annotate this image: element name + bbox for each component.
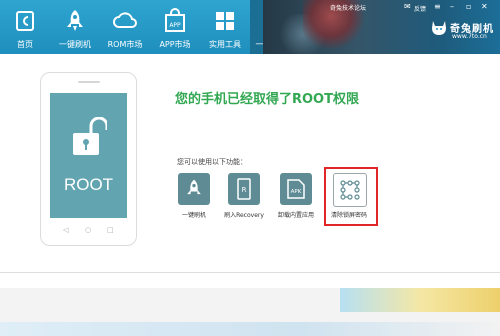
feature-recovery[interactable]: R 刷入Recovery <box>220 173 268 223</box>
root-status-headline: 您的手机已经取得了ROOT权限 <box>175 92 359 107</box>
phone-home-icon: ○ <box>85 226 92 234</box>
apk-icon: APK <box>287 179 305 199</box>
nav-tools[interactable]: 实用工具 <box>200 0 250 54</box>
feature-flash[interactable]: 一键刷机 <box>170 173 218 223</box>
footer-area <box>0 288 500 336</box>
forum-link[interactable]: 奇兔技术论坛 <box>330 3 366 12</box>
feature-uninstall[interactable]: APK 卸载内置应用 <box>272 173 320 223</box>
status-strip <box>0 322 500 336</box>
phone-recent-icon: □ <box>107 226 114 234</box>
brand-logo: 奇兔刷机 www.7to.cn <box>430 18 496 44</box>
rocket-icon <box>187 179 201 195</box>
grid-icon <box>216 12 234 30</box>
nav-tools-label: 实用工具 <box>209 40 241 49</box>
highlight-box <box>324 167 378 226</box>
features-subtitle: 您可以使用以下功能： <box>177 158 247 166</box>
feature-flash-tile[interactable] <box>178 173 210 205</box>
nav-app-label: APP市场 <box>159 40 191 49</box>
phone-screen: ROOT <box>50 93 127 218</box>
top-bar: 首页 一键刷机 ROM市场 APP APP市场 实用工具 奇兔技术论坛 ✉ 反馈… <box>0 0 500 54</box>
phone-root-text: ROOT <box>63 175 114 194</box>
rabbit-logo-icon <box>432 21 446 35</box>
nav-home-label: 首页 <box>17 40 33 49</box>
restore-icon[interactable]: ▫ <box>466 2 471 11</box>
apk-tile-text: APK <box>291 189 302 195</box>
feature-recovery-tile[interactable]: R <box>228 173 260 205</box>
nav-flash-label: 一键刷机 <box>59 40 91 49</box>
phone-illustration: ROOT ◁ ○ □ <box>40 72 137 246</box>
app-bag-icon: APP <box>165 8 185 32</box>
phone-nav-buttons: ◁ ○ □ <box>41 225 136 235</box>
phone-speaker <box>78 81 100 83</box>
footer-banner-decor <box>340 288 500 312</box>
feature-recovery-label: 刷入Recovery <box>224 212 264 219</box>
feature-uninstall-tile[interactable]: APK <box>280 173 312 205</box>
main-nav: 首页 一键刷机 ROM市场 APP APP市场 实用工具 <box>0 0 300 54</box>
feedback-link[interactable]: 反馈 <box>414 4 426 13</box>
nav-home[interactable]: 首页 <box>0 0 50 54</box>
home-icon <box>16 11 34 31</box>
nav-flash[interactable]: 一键刷机 <box>50 0 100 54</box>
brand-site: www.7to.cn <box>452 33 487 40</box>
rocket-icon <box>67 10 83 31</box>
settings-icon[interactable]: ≡ <box>434 2 441 11</box>
cloud-icon <box>113 12 137 28</box>
minimize-icon[interactable]: – <box>450 2 454 11</box>
nav-rom-label: ROM市场 <box>107 40 143 49</box>
svg-text:APP: APP <box>169 22 181 29</box>
recovery-phone-icon: R <box>237 178 251 200</box>
unlocked-padlock-icon <box>72 117 107 155</box>
feature-uninstall-label: 卸载内置应用 <box>277 212 314 219</box>
nav-app[interactable]: APP APP市场 <box>150 0 200 54</box>
divider <box>0 272 500 273</box>
close-icon[interactable]: ✕ <box>481 2 488 11</box>
nav-rom[interactable]: ROM市场 <box>100 0 150 54</box>
feedback-icon[interactable]: ✉ <box>404 2 411 11</box>
phone-back-icon: ◁ <box>63 226 69 234</box>
recovery-tile-text: R <box>242 186 247 194</box>
